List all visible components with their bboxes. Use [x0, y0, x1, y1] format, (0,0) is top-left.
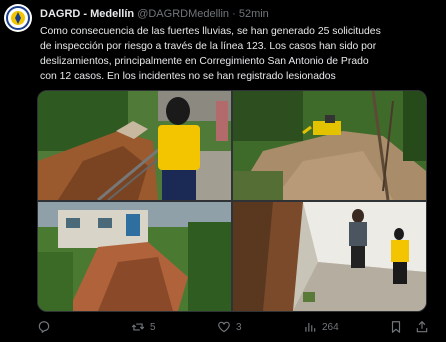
heart-icon [218, 321, 230, 333]
action-bar: 5 3 264 [37, 318, 429, 336]
views-count: 264 [322, 321, 339, 333]
reply-icon [38, 321, 50, 333]
dagrd-logo-icon [5, 5, 31, 31]
retweet-count: 5 [150, 321, 156, 333]
bookmark-button[interactable] [389, 318, 403, 336]
tweet-text-line: Como consecuencia de las fuertes lluvias… [40, 26, 381, 37]
avatar[interactable] [4, 4, 32, 32]
views-button[interactable]: 264 [303, 318, 339, 336]
tweet-text-line: con 12 casos. En los incidentes no se ha… [40, 71, 336, 82]
share-button[interactable] [415, 318, 429, 336]
account-handle[interactable]: @DAGRDMedellin [137, 8, 229, 20]
photo-officers-wall[interactable] [233, 202, 426, 311]
photo-excavator-road[interactable] [233, 91, 426, 200]
timestamp[interactable]: 52min [239, 8, 269, 20]
officers-inspecting-wall-photo-icon [233, 202, 426, 311]
photo-hillside-house[interactable] [38, 202, 231, 311]
tweet-header: DAGRD - Medellín @DAGRDMedellin · 52min [40, 8, 438, 21]
retweet-button[interactable]: 5 [131, 318, 156, 336]
tweet-card: DAGRD - Medellín @DAGRDMedellin · 52min … [0, 0, 446, 342]
reply-button[interactable] [37, 318, 56, 336]
collapsed-hillside-house-photo-icon [38, 202, 231, 311]
tweet-text-line: de inspección por riesgo a través de la … [40, 41, 377, 52]
header-separator: · [232, 8, 236, 20]
excavator-on-muddy-road-photo-icon [233, 91, 426, 200]
display-name[interactable]: DAGRD - Medellín [40, 8, 134, 20]
like-button[interactable]: 3 [217, 318, 242, 336]
photo-landslide-officer[interactable] [38, 91, 231, 200]
bookmark-icon [391, 321, 401, 333]
like-count: 3 [236, 321, 242, 333]
views-chart-icon [305, 322, 316, 332]
landslide-with-officer-photo-icon [38, 91, 231, 200]
share-icon [416, 320, 428, 333]
tweet-text-line: deslizamientos, principalmente en Correg… [40, 56, 369, 67]
retweet-icon [131, 323, 145, 331]
media-grid [37, 90, 427, 312]
tweet-text: Como consecuencia de las fuertes lluvias… [40, 24, 440, 84]
